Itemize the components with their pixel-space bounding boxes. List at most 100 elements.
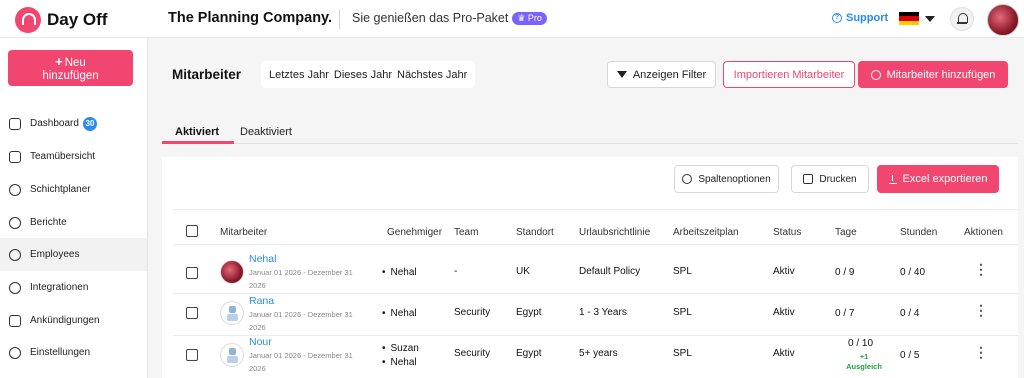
column-header-team[interactable]: Team xyxy=(454,227,478,238)
employee-name-link[interactable]: Nour xyxy=(249,336,272,348)
row-checkbox[interactable] xyxy=(186,307,198,319)
home-icon xyxy=(9,117,21,130)
employee-avatar xyxy=(220,343,244,367)
leave-policy-cell: 1 - 3 Years xyxy=(579,307,627,318)
days-cell: 0 / 10 xyxy=(848,338,874,349)
status-cell: Aktiv xyxy=(773,348,795,359)
sidebar-item-integrations[interactable]: Integrationen xyxy=(0,271,147,304)
employee-name-link[interactable]: Rana xyxy=(249,295,274,307)
day-off-logo-icon xyxy=(15,7,41,33)
days-extra-value: +1 xyxy=(859,352,869,361)
location-cell: Egypt xyxy=(516,307,542,318)
filter-icon xyxy=(616,71,627,78)
column-header-location[interactable]: Standort xyxy=(516,227,554,238)
package-info: Sie genießen das Pro-Paket ♛ Pro xyxy=(352,11,547,25)
row-checkbox[interactable] xyxy=(186,267,198,279)
import-employees-button[interactable]: Importieren Mitarbeiter xyxy=(723,61,855,88)
person-icon xyxy=(9,248,21,261)
add-employee-button[interactable]: Mitarbeiter hinzufügen xyxy=(858,61,1008,88)
employees-table-card: Spaltenoptionen Drucken Excel exportiere… xyxy=(162,157,1018,378)
column-header-status[interactable]: Status xyxy=(773,227,801,238)
sidebar-item-label: Ankündigungen xyxy=(30,315,100,326)
location-cell: Egypt xyxy=(516,348,542,359)
work-schedule-cell: SPL xyxy=(673,307,692,318)
column-header-actions: Aktionen xyxy=(964,227,1003,238)
status-cell: Aktiv xyxy=(773,266,795,277)
sidebar-item-dashboard[interactable]: Dashboard 30 xyxy=(0,107,147,140)
date-range-line1: Januar 01 2026 - Dezember 31 xyxy=(249,310,353,319)
column-header-approver[interactable]: Genehmiger xyxy=(387,227,442,238)
shift-people-icon xyxy=(9,183,21,196)
sidebar-item-team-overview[interactable]: Teamübersicht xyxy=(0,140,147,173)
help-circle-icon: ? xyxy=(832,13,842,23)
approver: Suzan xyxy=(382,343,419,354)
hours-cell: 0 / 5 xyxy=(900,350,920,361)
more-actions-icon[interactable]: ⋮ xyxy=(974,262,988,276)
print-button[interactable]: Drucken xyxy=(791,165,869,193)
leave-policy-cell: 5+ years xyxy=(579,348,618,359)
work-schedule-cell: SPL xyxy=(673,266,692,277)
select-all-checkbox[interactable] xyxy=(186,225,198,237)
more-actions-icon[interactable]: ⋮ xyxy=(974,303,988,317)
support-link[interactable]: ? Support xyxy=(832,12,888,24)
show-filter-button[interactable]: Anzeigen Filter xyxy=(607,61,716,88)
sidebar-item-settings[interactable]: Einstellungen xyxy=(0,336,147,369)
more-actions-icon[interactable]: ⋮ xyxy=(974,345,988,359)
tab-deactivated[interactable]: Deaktiviert xyxy=(240,126,292,138)
show-filter-label: Anzeigen Filter xyxy=(632,68,707,81)
sidebar-item-announcements[interactable]: Ankündigungen xyxy=(0,304,147,337)
top-bar: Day Off The Planning Company. Sie genieß… xyxy=(0,0,1024,38)
sidebar-item-label: Employees xyxy=(30,249,80,260)
page-title: Mitarbeiter xyxy=(172,67,242,82)
bell-icon[interactable] xyxy=(950,7,974,31)
row-divider xyxy=(173,293,1018,294)
date-range-line1: Januar 01 2026 - Dezember 31 xyxy=(249,351,353,360)
column-header-hours[interactable]: Stunden xyxy=(900,227,937,238)
app-logo[interactable]: Day Off xyxy=(15,7,107,33)
export-excel-label: Excel exportieren xyxy=(902,173,988,185)
download-icon xyxy=(888,174,897,184)
employee-avatar xyxy=(220,301,244,325)
column-header-employee[interactable]: Mitarbeiter xyxy=(220,227,267,238)
package-text: Sie genießen das Pro-Paket xyxy=(352,11,509,25)
date-range-line2: 2026 xyxy=(249,323,266,332)
date-range-line2: 2026 xyxy=(249,364,266,373)
sidebar-item-employees[interactable]: Employees xyxy=(0,238,147,271)
range-this-year[interactable]: Dieses Jahr xyxy=(334,69,392,81)
sidebar-item-reports[interactable]: Berichte xyxy=(0,206,147,239)
chevron-down-icon[interactable] xyxy=(925,16,935,22)
header-divider xyxy=(173,209,1018,210)
column-header-leave-policy[interactable]: Urlaubsrichtlinie xyxy=(579,227,650,238)
employee-date-range: Januar 01 2026 - Dezember 31 2026 xyxy=(249,266,389,292)
row-divider xyxy=(173,244,1018,245)
active-tab-indicator xyxy=(162,141,234,144)
pro-badge: ♛ Pro xyxy=(512,11,547,25)
new-add-button[interactable]: + Neu hinzufügen xyxy=(8,50,133,86)
team-cell: Security xyxy=(454,307,491,318)
team-cell: Security xyxy=(454,348,491,359)
employee-date-range: Januar 01 2026 - Dezember 31 2026 xyxy=(249,308,389,334)
column-options-button[interactable]: Spaltenoptionen xyxy=(674,165,779,193)
printer-icon xyxy=(803,174,814,184)
hours-cell: 0 / 40 xyxy=(900,267,926,278)
plus-icon: + xyxy=(55,54,63,69)
sidebar-item-shift-planner[interactable]: Schichtplaner xyxy=(0,173,147,206)
column-header-work-schedule[interactable]: Arbeitszeitplan xyxy=(673,227,739,238)
range-last-year[interactable]: Letztes Jahr xyxy=(269,69,329,81)
approver: Nehal xyxy=(382,308,417,319)
germany-flag-icon[interactable] xyxy=(899,12,919,25)
sidebar-item-label: Integrationen xyxy=(30,282,89,293)
tab-divider xyxy=(162,143,1018,144)
row-divider xyxy=(173,335,1018,336)
range-next-year[interactable]: Nächstes Jahr xyxy=(397,69,467,81)
employee-name-link[interactable]: Nehal xyxy=(249,253,276,265)
column-header-days[interactable]: Tage xyxy=(835,227,857,238)
row-checkbox[interactable] xyxy=(186,349,198,361)
days-cell: 0 / 7 xyxy=(835,308,855,319)
tab-activated[interactable]: Aktiviert xyxy=(175,126,219,138)
user-avatar[interactable] xyxy=(987,4,1019,36)
sidebar-item-label: Einstellungen xyxy=(30,347,91,358)
gear-icon xyxy=(9,346,21,359)
export-excel-button[interactable]: Excel exportieren xyxy=(877,165,999,193)
sidebar: + Neu hinzufügen Dashboard 30 Teamübersic… xyxy=(0,38,148,378)
